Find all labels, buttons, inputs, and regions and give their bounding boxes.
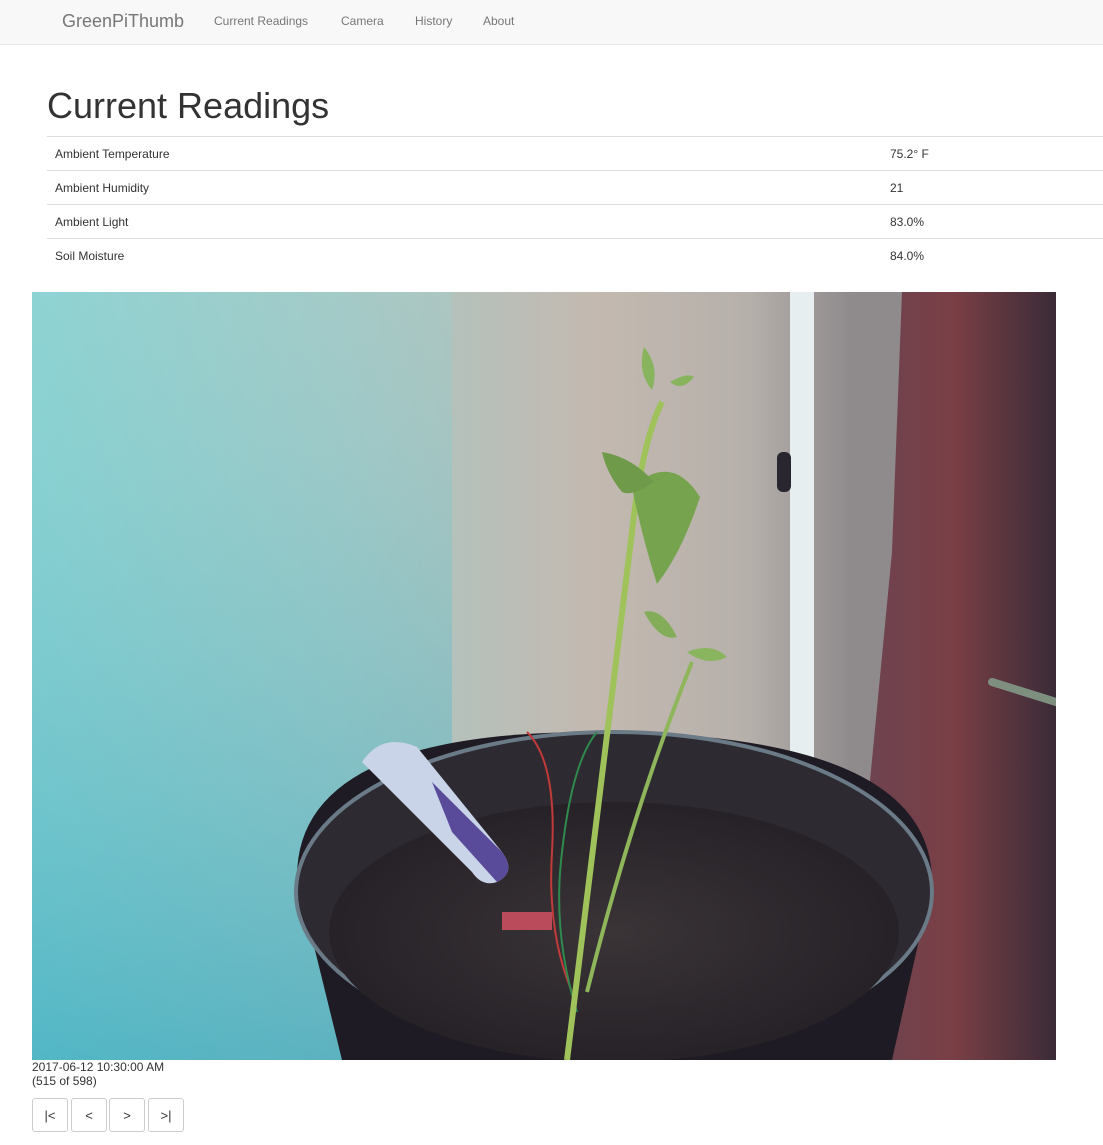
reading-label: Soil Moisture: [47, 238, 882, 272]
reading-value: 84.0%: [882, 238, 1103, 272]
plant-photo: [32, 292, 1056, 1060]
reading-value: 83.0%: [882, 204, 1103, 239]
table-row: Ambient Light 83.0%: [47, 204, 1103, 239]
reading-label: Ambient Temperature: [47, 136, 882, 171]
table-row: Ambient Temperature 75.2° F: [47, 136, 1103, 171]
brand-link[interactable]: GreenPiThumb: [62, 11, 184, 32]
reading-label: Ambient Light: [47, 204, 882, 239]
image-counter: (515 of 598): [32, 1074, 97, 1088]
last-image-button[interactable]: >|: [148, 1098, 184, 1132]
nav-current-readings[interactable]: Current Readings: [214, 14, 308, 28]
nav-history[interactable]: History: [415, 14, 452, 28]
reading-label: Ambient Humidity: [47, 170, 882, 205]
camera-image: [32, 292, 1056, 1060]
previous-image-button[interactable]: <: [71, 1098, 107, 1132]
nav-camera[interactable]: Camera: [341, 14, 384, 28]
nav-about[interactable]: About: [483, 14, 514, 28]
reading-value: 21: [882, 170, 1103, 205]
table-row: Soil Moisture 84.0%: [47, 238, 1103, 272]
page-title: Current Readings: [47, 85, 330, 126]
readings-table: Ambient Temperature 75.2° F Ambient Humi…: [47, 136, 1103, 272]
reading-value: 75.2° F: [882, 136, 1103, 171]
first-image-button[interactable]: |<: [32, 1098, 68, 1132]
image-timestamp: 2017-06-12 10:30:00 AM: [32, 1060, 165, 1074]
next-image-button[interactable]: >: [109, 1098, 145, 1132]
table-row: Ambient Humidity 21: [47, 170, 1103, 205]
navbar: GreenPiThumb Current Readings Camera His…: [0, 0, 1103, 45]
